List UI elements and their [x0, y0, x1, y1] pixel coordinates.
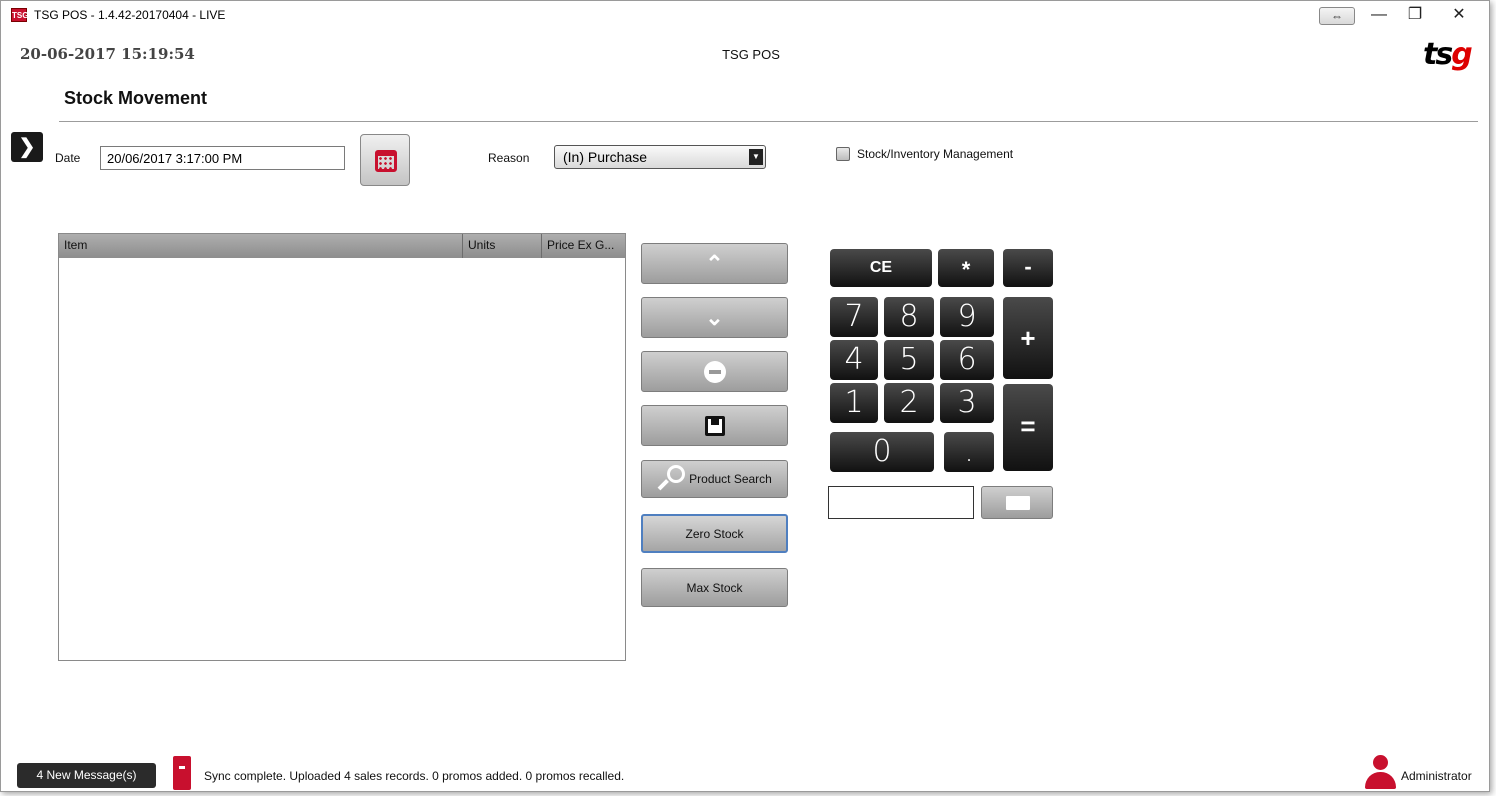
app-icon: TSG [11, 8, 28, 22]
reason-selected-value: (In) Purchase [563, 149, 648, 165]
sidebar-toggle-button[interactable]: ❯ [11, 132, 43, 162]
move-down-button[interactable]: ⌄ [641, 297, 788, 338]
keyboard-button[interactable] [981, 486, 1053, 519]
key-1[interactable]: 1 [830, 383, 878, 423]
max-stock-label: Max Stock [686, 580, 743, 595]
app-window: TSG TSG POS - 1.4.42-20170404 - LIVE ⇔ —… [0, 0, 1490, 792]
current-user[interactable]: Administrator [1401, 769, 1472, 783]
key-9[interactable]: 9 [940, 297, 994, 337]
key-plus[interactable]: + [1003, 297, 1053, 379]
reason-select[interactable]: (In) Purchase ▼ [554, 145, 766, 169]
save-button[interactable] [641, 405, 788, 446]
key-0[interactable]: 0 [830, 432, 934, 472]
reason-label: Reason [488, 151, 530, 165]
keypad-entry-field[interactable] [828, 486, 974, 519]
max-stock-button[interactable]: Max Stock [641, 568, 788, 607]
calendar-icon [375, 150, 397, 172]
stock-management-checkbox[interactable] [836, 147, 850, 161]
close-button[interactable]: ✕ [1437, 1, 1481, 31]
key-ce[interactable]: CE [830, 249, 932, 287]
key-multiply[interactable]: * [938, 249, 994, 287]
snap-layout-button[interactable]: ⇔ [1319, 7, 1355, 25]
key-2[interactable]: 2 [884, 383, 934, 423]
magnifier-icon [657, 465, 686, 493]
app-name: TSG POS [722, 47, 780, 62]
restore-button[interactable]: ❐ [1393, 1, 1437, 31]
sync-status-text: Sync complete. Uploaded 4 sales records.… [204, 769, 625, 783]
zero-stock-label: Zero Stock [685, 526, 744, 541]
date-field[interactable] [100, 146, 345, 170]
current-datetime: 20-06-2017 15:19:54 [20, 45, 195, 63]
stock-items-table[interactable]: Item Units Price Ex G... [58, 233, 626, 661]
move-up-button[interactable]: ⌃ [641, 243, 788, 284]
key-minus[interactable]: - [1003, 249, 1053, 287]
product-search-button[interactable]: Product Search [641, 460, 788, 498]
user-icon[interactable] [1363, 755, 1397, 789]
dropdown-arrow-icon: ▼ [749, 149, 763, 165]
logo-accent: g [1451, 37, 1473, 72]
key-5[interactable]: 5 [884, 340, 934, 380]
key-7[interactable]: 7 [830, 297, 878, 337]
title-divider [59, 121, 1478, 122]
window-title: TSG POS - 1.4.42-20170404 - LIVE [34, 8, 226, 22]
keyboard-icon [1006, 496, 1030, 510]
remove-item-button[interactable] [641, 351, 788, 392]
key-decimal[interactable]: . [944, 432, 994, 472]
key-4[interactable]: 4 [830, 340, 878, 380]
calendar-button[interactable] [360, 134, 410, 186]
logo-main: ts [1423, 37, 1453, 72]
column-header-price[interactable]: Price Ex G... [542, 234, 625, 258]
key-8[interactable]: 8 [884, 297, 934, 337]
page-title: Stock Movement [64, 88, 208, 108]
key-6[interactable]: 6 [940, 340, 994, 380]
minus-circle-icon [703, 360, 726, 383]
chevron-down-icon: ⌄ [705, 304, 724, 330]
table-header: Item Units Price Ex G... [59, 234, 625, 258]
zero-stock-button[interactable]: Zero Stock [641, 514, 788, 553]
product-search-label: Product Search [689, 472, 772, 486]
sync-status-icon [173, 756, 191, 790]
key-equals[interactable]: = [1003, 384, 1053, 471]
messages-button[interactable]: 4 New Message(s) [17, 763, 156, 788]
save-icon [704, 415, 725, 436]
tsg-logo: tsg [1423, 37, 1473, 72]
stock-management-label: Stock/Inventory Management [857, 147, 1014, 161]
key-3[interactable]: 3 [940, 383, 994, 423]
chevron-up-icon: ⌃ [705, 250, 724, 276]
column-header-item[interactable]: Item [59, 234, 463, 258]
column-header-units[interactable]: Units [463, 234, 542, 258]
date-label: Date [55, 151, 81, 165]
